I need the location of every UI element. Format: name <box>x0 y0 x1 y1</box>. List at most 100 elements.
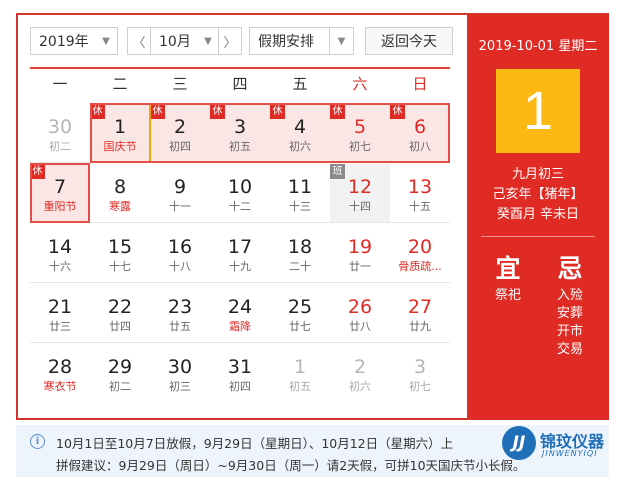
ganzhi-year: 己亥年【猪年】 <box>492 187 584 202</box>
weekday-label: 六 <box>352 75 368 93</box>
day-number: 31 <box>227 356 253 378</box>
lunar-label: 十二 <box>229 200 251 213</box>
day-cell[interactable]: 18 二十 <box>270 224 330 282</box>
day-cell[interactable]: 休 2 初四 <box>150 104 210 162</box>
day-number: 14 <box>47 236 73 258</box>
lunar-label: 初六 <box>349 380 371 393</box>
day-cell[interactable]: 23 廿五 <box>150 284 210 342</box>
day-cell[interactable]: 休 7 重阳节 <box>30 164 90 222</box>
ji-item: 入殓 <box>556 288 583 303</box>
day-cell[interactable]: 17 十九 <box>210 224 270 282</box>
lunar-label: 十五 <box>409 200 431 213</box>
month-selector: 〈 10月 ▼ 〉 <box>127 27 242 55</box>
next-month-button[interactable]: 〉 <box>219 28 241 54</box>
year-select[interactable]: 2019年 ▼ <box>30 27 118 55</box>
prev-month-button[interactable]: 〈 <box>128 28 150 54</box>
day-number: 18 <box>287 236 313 258</box>
holiday-select-value: 假期安排 <box>258 34 314 50</box>
day-cell[interactable]: 10 十二 <box>210 164 270 222</box>
lunar-label: 初七 <box>349 140 371 153</box>
day-cell[interactable]: 8 寒露 <box>90 164 150 222</box>
day-number: 9 <box>173 176 187 198</box>
yi-item: 祭祀 <box>494 288 521 303</box>
day-cell[interactable]: 16 十八 <box>150 224 210 282</box>
day-cell[interactable]: 11 十三 <box>270 164 330 222</box>
weekday-label: 二 <box>112 75 128 93</box>
chevron-right-icon: 〉 <box>223 35 237 51</box>
lunar-label: 二十 <box>289 260 311 273</box>
day-number: 22 <box>107 296 133 318</box>
back-to-today-button[interactable]: 返回今天 <box>365 27 453 55</box>
weekday-header: 一二三四五六日 <box>30 67 450 99</box>
day-cell[interactable]: 休 6 初八 <box>390 104 450 162</box>
caret-down-icon: ▼ <box>329 28 353 54</box>
day-cell[interactable]: 22 廿四 <box>90 284 150 342</box>
lunar-label: 十一 <box>169 200 191 213</box>
day-cell[interactable]: 21 廿三 <box>30 284 90 342</box>
day-cell[interactable]: 休 1 国庆节 <box>90 104 150 162</box>
day-cell[interactable]: 休 5 初七 <box>330 104 390 162</box>
lunar-label: 廿五 <box>169 320 191 333</box>
lunar-label: 寒衣节 <box>43 380 77 393</box>
day-number: 25 <box>287 296 313 318</box>
day-cell[interactable]: 9 十一 <box>150 164 210 222</box>
day-cell[interactable]: 25 廿七 <box>270 284 330 342</box>
lunar-label: 初八 <box>409 140 431 153</box>
day-cell[interactable]: 29 初二 <box>90 344 150 402</box>
month-select[interactable]: 10月 ▼ <box>150 28 219 54</box>
ganzhi-month-day: 癸酉月 辛未日 <box>496 207 580 222</box>
day-number: 2 <box>173 116 187 138</box>
row-separator <box>30 162 450 163</box>
ji-title: 忌 <box>557 254 583 283</box>
day-cell[interactable]: 31 初四 <box>210 344 270 402</box>
day-number: 4 <box>293 116 307 138</box>
lunar-label: 廿八 <box>349 320 371 333</box>
day-cell[interactable]: 20 骨质疏... <box>390 224 450 282</box>
ji-item: 安葬 <box>556 306 583 321</box>
lunar-label: 骨质疏... <box>398 260 442 273</box>
calendar-widget: 2019年 ▼ 〈 10月 ▼ 〉 假期安排 ▼ 返回今天 一 二 三 四 五 六 日 30… <box>16 13 609 420</box>
lunar-label: 廿四 <box>109 320 131 333</box>
holiday-select[interactable]: 假期安排 ▼ <box>249 27 354 55</box>
day-number: 21 <box>47 296 73 318</box>
day-cell[interactable]: 15 十七 <box>90 224 150 282</box>
day-cell[interactable]: 1 初五 <box>270 344 330 402</box>
day-cell[interactable]: 14 十六 <box>30 224 90 282</box>
day-cell[interactable]: 30 初三 <box>150 344 210 402</box>
yi-list: 祭祀 <box>483 287 533 305</box>
lunar-label: 重阳节 <box>43 200 77 213</box>
day-detail-panel: 2019-10-01 星期二 1 九月初三 己亥年【猪年】 癸酉月 辛未日 宜 … <box>467 15 609 418</box>
lunar-label: 初三 <box>169 380 191 393</box>
day-number: 26 <box>347 296 373 318</box>
lunar-label: 霜降 <box>229 320 251 333</box>
day-number: 5 <box>353 116 367 138</box>
lunar-label: 国庆节 <box>103 140 137 153</box>
day-cell[interactable]: 3 初七 <box>390 344 450 402</box>
day-number: 30 <box>47 116 73 138</box>
selected-day-number: 1 <box>496 69 580 153</box>
day-number: 27 <box>407 296 433 318</box>
day-cell[interactable]: 班 12 十四 <box>330 164 390 222</box>
today-indicator <box>149 105 151 161</box>
watermark-logo-icon: JJ <box>502 426 536 460</box>
watermark: JJ 锦玟仪器 JINWENYIQI <box>502 424 612 464</box>
watermark-name-en: JINWENYIQI <box>542 449 598 458</box>
day-cell[interactable]: 19 廿一 <box>330 224 390 282</box>
lunar-label: 初四 <box>229 380 251 393</box>
day-number: 11 <box>287 176 313 198</box>
day-cell[interactable]: 26 廿八 <box>330 284 390 342</box>
day-cell[interactable]: 2 初六 <box>330 344 390 402</box>
lunar-label: 初六 <box>289 140 311 153</box>
day-cell[interactable]: 24 霜降 <box>210 284 270 342</box>
caret-down-icon: ▼ <box>204 35 212 47</box>
info-icon: i <box>30 434 45 449</box>
day-cell[interactable]: 休 4 初六 <box>270 104 330 162</box>
day-cell[interactable]: 27 廿九 <box>390 284 450 342</box>
day-cell[interactable]: 13 十五 <box>390 164 450 222</box>
day-cell[interactable]: 30 初二 <box>30 104 90 162</box>
calendar-toolbar: 2019年 ▼ 〈 10月 ▼ 〉 假期安排 ▼ 返回今天 <box>18 15 467 67</box>
day-cell[interactable]: 休 3 初五 <box>210 104 270 162</box>
day-cell[interactable]: 28 寒衣节 <box>30 344 90 402</box>
day-number: 28 <box>47 356 73 378</box>
lunar-label: 初五 <box>289 380 311 393</box>
